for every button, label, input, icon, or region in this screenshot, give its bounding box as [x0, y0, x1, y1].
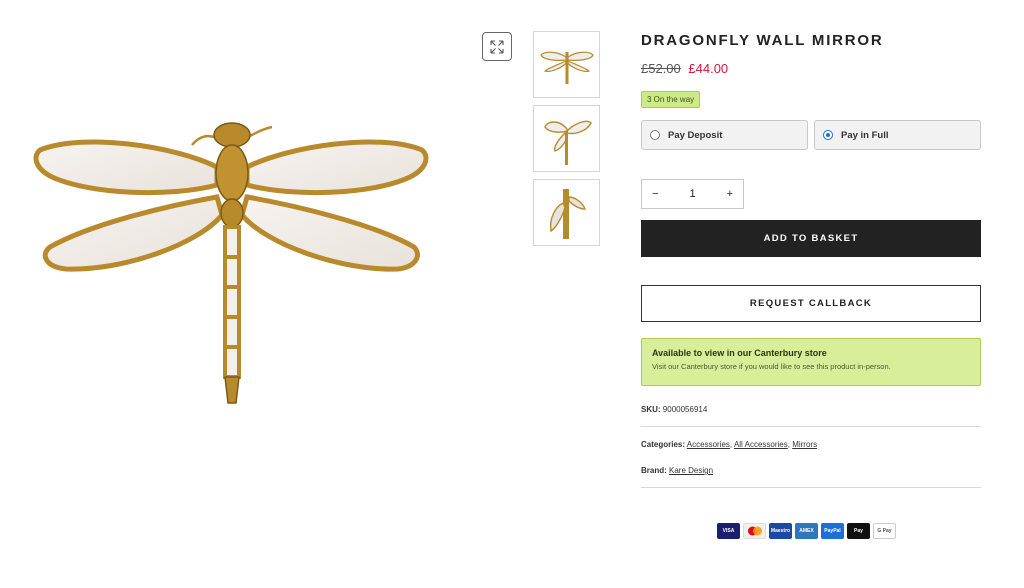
paypal-icon: PayPal	[821, 523, 844, 539]
stock-badge: 3 On the way	[641, 91, 701, 108]
divider	[641, 426, 981, 427]
category-link-mirrors[interactable]: Mirrors	[792, 440, 817, 449]
categories-label: Categories:	[641, 440, 686, 449]
store-notice-text: Visit our Canterbury store if you would …	[652, 362, 891, 371]
quantity-plus-button[interactable]: +	[727, 188, 733, 200]
expand-icon	[490, 39, 504, 54]
dragonfly-thumbnail	[539, 51, 594, 84]
categories: Categories: Accessories, All Accessories…	[641, 440, 818, 449]
quantity-minus-button[interactable]: −	[652, 188, 658, 200]
add-to-basket-button[interactable]: ADD TO BASKET	[641, 220, 981, 257]
sku: SKU: 9000056914	[641, 405, 981, 414]
google-pay-icon: G Pay	[873, 523, 896, 539]
payment-methods: VISA Maestro AMEX PayPal Pay G Pay	[717, 523, 896, 539]
payment-options: Pay Deposit Pay in Full	[641, 120, 981, 150]
store-notice: Available to view in our Canterbury stor…	[641, 338, 981, 386]
amex-icon: AMEX	[795, 523, 818, 539]
price-old: £52.00	[641, 61, 681, 76]
radio-deposit[interactable]	[650, 130, 660, 140]
visa-icon: VISA	[717, 523, 740, 539]
price: £52.00 £44.00	[641, 61, 981, 76]
price-new: £44.00	[688, 61, 729, 76]
maestro-icon: Maestro	[769, 523, 792, 539]
product-title: DRAGONFLY WALL MIRROR	[641, 32, 884, 49]
sku-value: 9000056914	[662, 405, 708, 414]
dragonfly-thumbnail	[543, 120, 592, 165]
pay-full-label: Pay in Full	[841, 129, 889, 141]
category-link-all-accessories[interactable]: All Accessories	[734, 440, 788, 449]
mastercard-icon	[743, 523, 766, 539]
thumbnail-3[interactable]	[533, 179, 600, 246]
dragonfly-image	[33, 122, 429, 404]
thumbnail-1[interactable]	[533, 31, 600, 98]
divider	[641, 487, 981, 488]
apple-pay-icon: Pay	[847, 523, 870, 539]
brand: Brand: Kare Design	[641, 466, 981, 475]
category-link-accessories[interactable]: Accessories	[687, 440, 730, 449]
thumbnail-2[interactable]	[533, 105, 600, 172]
request-callback-button[interactable]: REQUEST CALLBACK	[641, 285, 981, 322]
zoom-button[interactable]	[482, 32, 512, 61]
pay-deposit-label: Pay Deposit	[668, 129, 723, 141]
store-notice-title: Available to view in our Canterbury stor…	[652, 348, 827, 358]
sku-label: SKU:	[641, 405, 661, 414]
dragonfly-thumbnail	[549, 188, 586, 239]
product-details: DRAGONFLY WALL MIRROR £52.00 £44.00 3 On…	[641, 33, 981, 488]
quantity-stepper: − 1 +	[641, 179, 744, 209]
main-product-image[interactable]	[22, 105, 437, 475]
pay-deposit-option[interactable]: Pay Deposit	[641, 120, 808, 150]
quantity-value[interactable]: 1	[689, 188, 695, 200]
pay-full-option[interactable]: Pay in Full	[814, 120, 981, 150]
brand-label: Brand:	[641, 466, 667, 475]
thumbnail-list	[533, 31, 600, 253]
brand-link[interactable]: Kare Design	[669, 466, 713, 475]
radio-full[interactable]	[823, 130, 833, 140]
